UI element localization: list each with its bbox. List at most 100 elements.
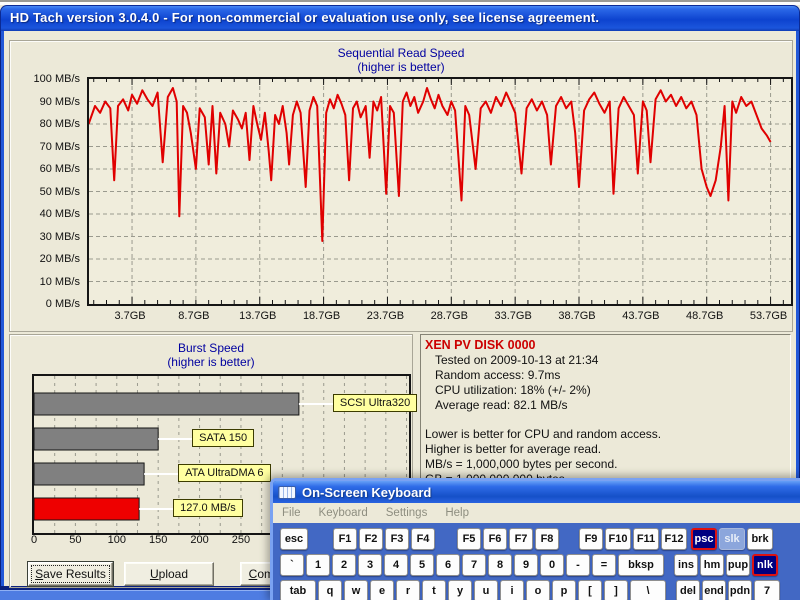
- y-tick-label: 100 MB/s: [10, 73, 80, 85]
- upload-results-button[interactable]: Upload Results: [124, 562, 214, 586]
- burst-chart-title: Burst Speed: [10, 341, 412, 355]
- osk-menu-keyboard[interactable]: Keyboard: [310, 505, 377, 521]
- x-tick-label: 53.7GB: [739, 310, 799, 322]
- key-F9[interactable]: F9: [579, 528, 603, 550]
- tested-on-line: Tested on 2009-10-13 at 21:34: [425, 353, 786, 368]
- key-F10[interactable]: F10: [605, 528, 631, 550]
- sequential-chart-svg: [89, 79, 791, 304]
- key-\[interactable]: \: [630, 580, 666, 600]
- x-tick-label: 48.7GB: [675, 310, 735, 322]
- key-5[interactable]: 5: [410, 554, 434, 576]
- key-F1[interactable]: F1: [333, 528, 357, 550]
- key-w[interactable]: w: [344, 580, 368, 600]
- key-tab[interactable]: tab: [280, 580, 316, 600]
- y-tick-label: 50 MB/s: [10, 186, 80, 198]
- key-slk[interactable]: slk: [719, 528, 745, 550]
- y-tick-label: 90 MB/s: [10, 96, 80, 108]
- x-tick-label: 43.7GB: [611, 310, 671, 322]
- osk-menu-help[interactable]: Help: [436, 505, 478, 521]
- osk-key-area: esc F1F2F3F4 F5F6F7F8 F9F10F11F12pscslkbrk `…: [273, 523, 800, 600]
- key-o[interactable]: o: [526, 580, 550, 600]
- key-F4[interactable]: F4: [411, 528, 435, 550]
- burst-x-tick-label: 100: [102, 534, 132, 546]
- key-1[interactable]: 1: [306, 554, 330, 576]
- x-tick-label: 18.7GB: [292, 310, 352, 322]
- key-0[interactable]: 0: [540, 554, 564, 576]
- y-tick-label: 40 MB/s: [10, 208, 80, 220]
- key-esc[interactable]: esc: [280, 528, 308, 550]
- x-tick-label: 23.7GB: [355, 310, 415, 322]
- y-tick-label: 20 MB/s: [10, 253, 80, 265]
- key-F5[interactable]: F5: [457, 528, 481, 550]
- key-9[interactable]: 9: [514, 554, 538, 576]
- burst-x-tick-label: 200: [185, 534, 215, 546]
- save-results-button[interactable]: Save Results: [28, 562, 113, 586]
- key-end[interactable]: end: [702, 580, 726, 600]
- key-8[interactable]: 8: [488, 554, 512, 576]
- sequential-read-panel: Sequential Read Speed (higher is better)…: [9, 40, 793, 332]
- key-ins[interactable]: ins: [674, 554, 698, 576]
- sequential-chart-subtitle: (higher is better): [10, 60, 792, 74]
- key-q[interactable]: q: [318, 580, 342, 600]
- x-tick-label: 8.7GB: [164, 310, 224, 322]
- x-tick-label: 28.7GB: [419, 310, 479, 322]
- osk-title: On-Screen Keyboard: [302, 485, 431, 500]
- sequential-chart-title: Sequential Read Speed: [10, 46, 792, 60]
- key-3[interactable]: 3: [358, 554, 382, 576]
- average-read-line: Average read: 82.1 MB/s: [425, 398, 786, 413]
- onscreen-keyboard-window: On-Screen Keyboard File Keyboard Setting…: [270, 478, 800, 600]
- key--[interactable]: -: [566, 554, 590, 576]
- key-brk[interactable]: brk: [747, 528, 773, 550]
- key-[[interactable]: [: [578, 580, 602, 600]
- key-bksp[interactable]: bksp: [618, 554, 664, 576]
- key-del[interactable]: del: [676, 580, 700, 600]
- hdtach-titlebar[interactable]: HD Tach version 3.0.4.0 - For non-commer…: [0, 5, 800, 31]
- note-cpu-random: Lower is better for CPU and random acces…: [425, 427, 786, 442]
- note-average-read: Higher is better for average read.: [425, 442, 786, 457]
- key-][interactable]: ]: [604, 580, 628, 600]
- screen: HD Tach version 3.0.4.0 - For non-commer…: [0, 0, 800, 600]
- key-F8[interactable]: F8: [535, 528, 559, 550]
- keyboard-icon: [278, 486, 296, 499]
- key-pdn[interactable]: pdn: [728, 580, 752, 600]
- key-4[interactable]: 4: [384, 554, 408, 576]
- key-7[interactable]: 7: [754, 580, 780, 600]
- key-7[interactable]: 7: [462, 554, 486, 576]
- sequential-plot-area: [87, 77, 793, 306]
- key-F7[interactable]: F7: [509, 528, 533, 550]
- key-r[interactable]: r: [396, 580, 420, 600]
- key-hm[interactable]: hm: [700, 554, 724, 576]
- key-psc[interactable]: psc: [691, 528, 717, 550]
- y-tick-label: 0 MB/s: [10, 298, 80, 310]
- osk-menubar: File Keyboard Settings Help: [273, 503, 800, 523]
- burst-x-tick-label: 50: [60, 534, 90, 546]
- osk-menu-file[interactable]: File: [273, 505, 310, 521]
- key-pup[interactable]: pup: [726, 554, 750, 576]
- key-F2[interactable]: F2: [359, 528, 383, 550]
- key-F6[interactable]: F6: [483, 528, 507, 550]
- key-6[interactable]: 6: [436, 554, 460, 576]
- key-F3[interactable]: F3: [385, 528, 409, 550]
- key-nlk[interactable]: nlk: [752, 554, 778, 576]
- cpu-utilization-line: CPU utilization: 18% (+/- 2%): [425, 383, 786, 398]
- key-y[interactable]: y: [448, 580, 472, 600]
- key-t[interactable]: t: [422, 580, 446, 600]
- key-2[interactable]: 2: [332, 554, 356, 576]
- key-i[interactable]: i: [500, 580, 524, 600]
- disk-name: XEN PV DISK 0000: [425, 338, 786, 353]
- sequential-y-axis-labels: 100 MB/s90 MB/s80 MB/s70 MB/s60 MB/s50 M…: [10, 79, 84, 305]
- burst-bar-label: SCSI Ultra320: [333, 394, 417, 412]
- key-p[interactable]: p: [552, 580, 576, 600]
- key-=[interactable]: =: [592, 554, 616, 576]
- key-`[interactable]: `: [280, 554, 304, 576]
- burst-chart-subtitle: (higher is better): [10, 355, 412, 369]
- key-F11[interactable]: F11: [633, 528, 659, 550]
- key-u[interactable]: u: [474, 580, 498, 600]
- osk-titlebar[interactable]: On-Screen Keyboard: [273, 481, 800, 503]
- burst-bar-label: SATA 150: [192, 429, 254, 447]
- key-e[interactable]: e: [370, 580, 394, 600]
- x-tick-label: 3.7GB: [100, 310, 160, 322]
- key-F12[interactable]: F12: [661, 528, 687, 550]
- osk-menu-settings[interactable]: Settings: [377, 505, 437, 521]
- burst-x-tick-label: 0: [19, 534, 49, 546]
